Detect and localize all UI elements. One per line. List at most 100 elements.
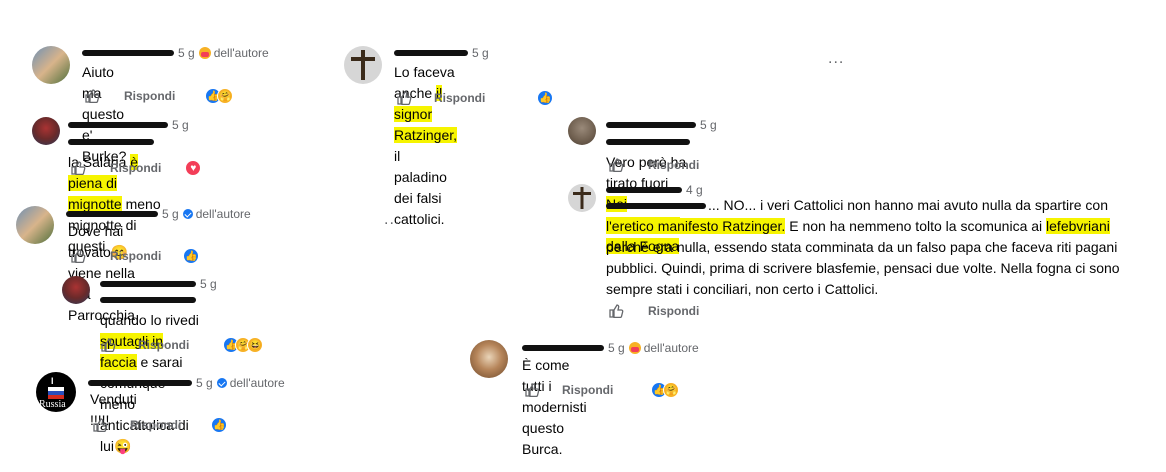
author-badge: dell'autore bbox=[216, 376, 285, 390]
comment-actions: Rispondi 👍 🤗 bbox=[84, 88, 234, 104]
comment-actions: Rispondi 👍 🤗 bbox=[524, 382, 680, 398]
redacted-name bbox=[606, 187, 682, 193]
redacted-mention bbox=[606, 139, 690, 146]
author-badge: dell'autore bbox=[182, 207, 251, 221]
avatar[interactable]: I Russia bbox=[36, 372, 76, 412]
reply-button[interactable]: Rispondi bbox=[648, 158, 699, 172]
avatar-caption: Russia bbox=[39, 399, 66, 410]
comment-meta: 5 g dell'autore bbox=[66, 207, 251, 221]
comment-meta: 5 g bbox=[606, 118, 717, 132]
like-icon[interactable] bbox=[100, 337, 116, 353]
reply-button[interactable]: Rispondi bbox=[124, 89, 175, 103]
comment-actions: Rispondi bbox=[608, 157, 713, 173]
reaction-summary[interactable]: 👍 bbox=[537, 90, 554, 106]
reply-button[interactable]: Rispondi bbox=[648, 304, 699, 318]
comment-line: perchè era nulla, essendo stata comminat… bbox=[606, 239, 1118, 255]
timestamp[interactable]: 5 g bbox=[178, 46, 195, 60]
reaction-summary[interactable]: 👍 bbox=[183, 248, 200, 264]
reaction-summary[interactable]: ♥ bbox=[185, 160, 202, 176]
timestamp[interactable]: 5 g bbox=[608, 341, 625, 355]
author-label: dell'autore bbox=[195, 207, 251, 221]
redacted-mention bbox=[100, 297, 196, 304]
comment-meta: 5 g dell'autore bbox=[82, 46, 269, 60]
reply-button[interactable]: Rispondi bbox=[130, 418, 181, 432]
avatar[interactable] bbox=[568, 184, 596, 212]
highlight: lefebvriani bbox=[1046, 218, 1110, 234]
comment-actions: Rispondi ♥ bbox=[70, 160, 202, 176]
reply-button[interactable]: Rispondi bbox=[562, 383, 613, 397]
comment-meta: 5 g bbox=[68, 118, 189, 132]
comment-text: È come tutti i modernisti questo Burca. bbox=[522, 357, 587, 457]
redacted-name bbox=[68, 122, 168, 128]
comment-line: ... NO... i veri Cattolici non hanno mai… bbox=[606, 195, 1166, 216]
comment-line: sempre stati i conciliari, non certo i C… bbox=[606, 281, 879, 297]
avatar[interactable] bbox=[16, 206, 54, 244]
comment-meta: 5 g dell'autore bbox=[522, 341, 699, 355]
timestamp[interactable]: 5 g bbox=[196, 376, 213, 390]
like-icon[interactable] bbox=[84, 88, 100, 104]
comment-line: pubblici. Quindi, prima di scrivere blas… bbox=[606, 260, 1120, 276]
more-options-button[interactable]: ... bbox=[828, 50, 844, 68]
comment-actions: Rispondi bbox=[608, 303, 713, 319]
avatar[interactable] bbox=[344, 46, 382, 84]
reaction-summary[interactable]: 👍 🤗 bbox=[205, 88, 234, 104]
author-label: dell'autore bbox=[643, 341, 699, 355]
like-icon[interactable] bbox=[70, 160, 86, 176]
reply-button[interactable]: Rispondi bbox=[434, 91, 485, 105]
care-icon bbox=[198, 47, 211, 59]
timestamp[interactable]: 5 g bbox=[472, 46, 489, 60]
author-badge: dell'autore bbox=[628, 341, 699, 355]
flag-heart-icon bbox=[48, 387, 64, 399]
crucifix-icon bbox=[573, 187, 591, 209]
like-icon[interactable] bbox=[70, 248, 86, 264]
reply-button[interactable]: Rispondi bbox=[138, 338, 189, 352]
timestamp[interactable]: 5 g bbox=[200, 277, 217, 291]
avatar[interactable] bbox=[568, 117, 596, 145]
reply-button[interactable]: Rispondi bbox=[110, 161, 161, 175]
reaction-summary[interactable]: 👍 bbox=[211, 417, 228, 433]
like-icon[interactable] bbox=[608, 303, 624, 319]
timestamp[interactable]: 5 g bbox=[172, 118, 189, 132]
comment-actions: Rispondi 👍 bbox=[70, 248, 200, 264]
redacted-name bbox=[522, 345, 604, 351]
timestamp[interactable]: 5 g bbox=[162, 207, 179, 221]
author-check-icon bbox=[182, 209, 193, 219]
author-label: dell'autore bbox=[229, 376, 285, 390]
redacted-name bbox=[100, 281, 196, 287]
redacted-name bbox=[66, 211, 158, 217]
author-check-icon bbox=[216, 378, 227, 388]
like-icon[interactable] bbox=[608, 157, 624, 173]
author-badge: dell'autore bbox=[198, 46, 269, 60]
comment-actions: Rispondi 👍 bbox=[396, 90, 554, 106]
comment-meta: 5 g bbox=[394, 46, 489, 60]
avatar[interactable] bbox=[32, 117, 60, 145]
avatar[interactable] bbox=[32, 46, 70, 84]
redacted-name bbox=[82, 50, 174, 56]
comment-text: ... NO... i veri Cattolici non hanno mai… bbox=[606, 195, 1166, 300]
avatar[interactable] bbox=[470, 340, 508, 378]
like-icon[interactable] bbox=[524, 382, 540, 398]
comment-text: Lo faceva anche il signor Ratzinger, il … bbox=[394, 64, 458, 227]
redacted-mention bbox=[606, 203, 706, 210]
reaction-summary[interactable]: 👍 🤗 bbox=[651, 382, 680, 398]
reply-button[interactable]: Rispondi bbox=[110, 249, 161, 263]
care-reaction-icon: 🤗 bbox=[217, 88, 234, 104]
like-icon[interactable] bbox=[396, 90, 412, 106]
like-reaction-icon: 👍 bbox=[183, 248, 200, 264]
haha-reaction-icon: 😆 bbox=[247, 337, 264, 353]
avatar[interactable] bbox=[62, 276, 90, 304]
avatar-letter: I bbox=[51, 376, 54, 386]
care-reaction-icon: 🤗 bbox=[663, 382, 680, 398]
reaction-summary[interactable]: 👍 🤗 😆 bbox=[223, 337, 264, 353]
highlight: l'eretico manifesto Ratzinger. bbox=[606, 218, 786, 234]
like-icon[interactable] bbox=[92, 417, 108, 433]
more-options-button[interactable]: ... bbox=[384, 211, 400, 229]
redacted-name bbox=[606, 122, 696, 128]
comment-actions: Rispondi 👍 🤗 😆 bbox=[100, 337, 264, 353]
redacted-name bbox=[394, 50, 468, 56]
laugh-emoji-icon: 😜 bbox=[114, 438, 132, 454]
care-icon bbox=[628, 342, 641, 354]
timestamp[interactable]: 5 g bbox=[700, 118, 717, 132]
comment-actions: Rispondi 👍 bbox=[92, 417, 228, 433]
heart-reaction-icon: ♥ bbox=[185, 160, 202, 176]
